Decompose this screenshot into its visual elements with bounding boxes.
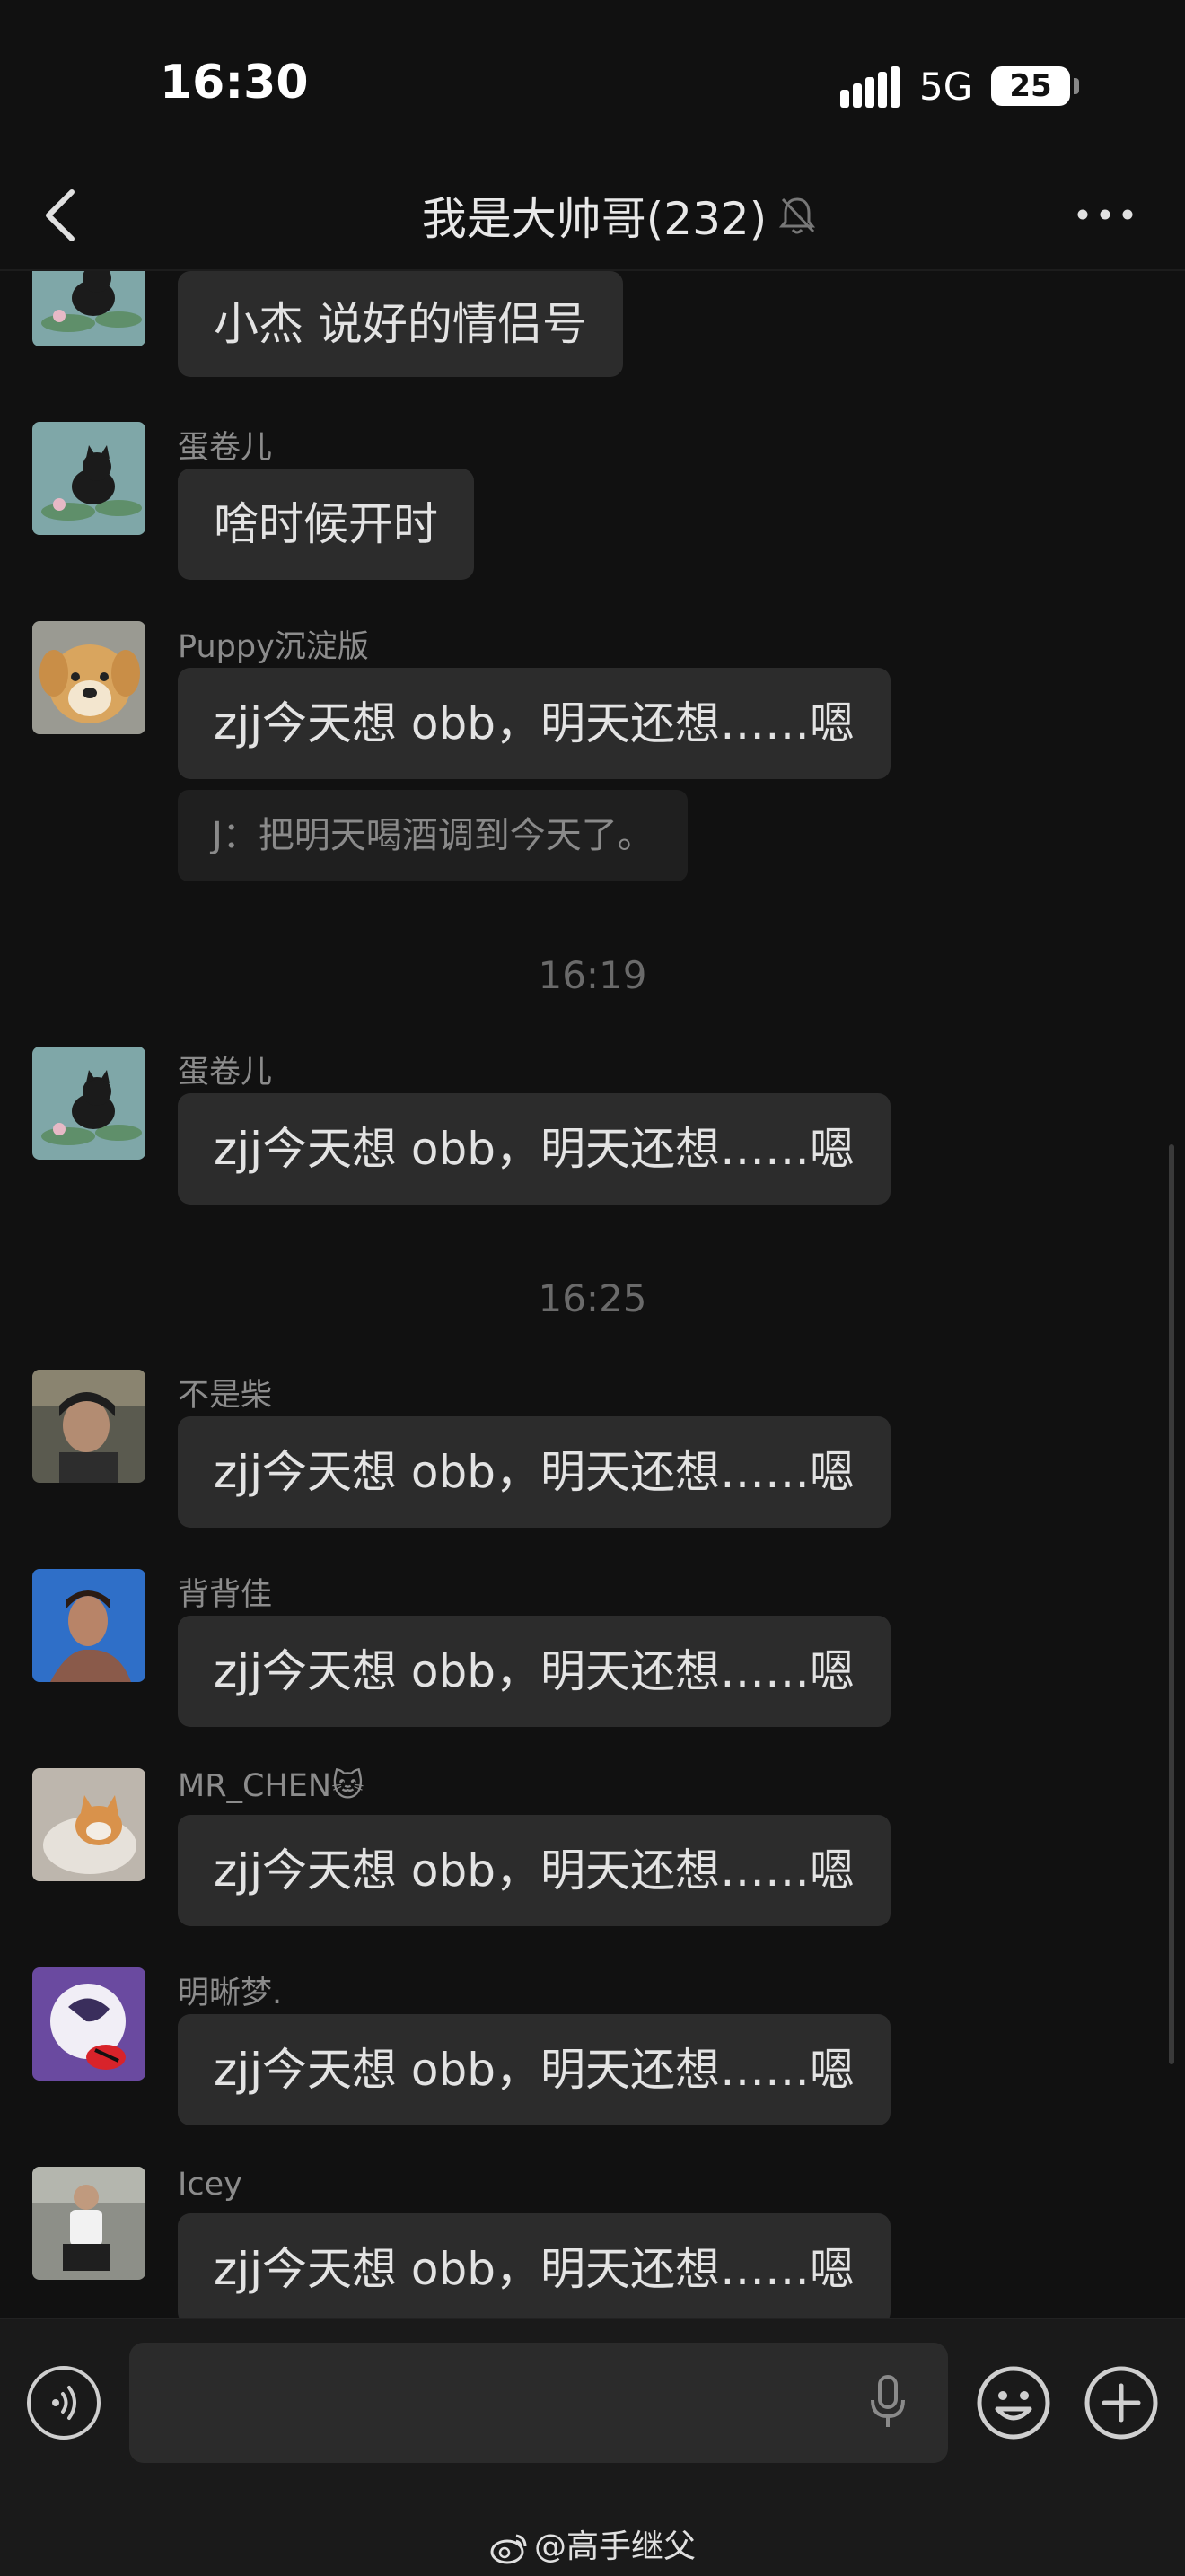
quoted-message[interactable]: J：把明天喝酒调到今天了。	[178, 790, 688, 881]
voice-waves-icon	[52, 2386, 76, 2420]
sender-name: 明晰梦.	[178, 1976, 283, 2011]
cat-avatar-image	[32, 271, 145, 346]
add-plus-icon[interactable]	[1083, 2364, 1160, 2441]
watermark-text: @高手继父	[533, 2528, 696, 2565]
chat-title-group: 我是大帅哥(232)	[395, 162, 844, 269]
message-bubble[interactable]: zjj今天想 obb，明天还想……嗯	[178, 1815, 891, 1926]
muted-bell-icon	[779, 197, 816, 234]
battery-icon: 25	[991, 66, 1070, 106]
person-avatar-image	[32, 1569, 145, 1682]
sender-name: Icey	[178, 2167, 242, 2203]
input-bar: @高手继父	[0, 2318, 1185, 2576]
sender-avatar[interactable]	[32, 1967, 145, 2081]
cartoon-avatar-image	[32, 1967, 145, 2081]
sender-avatar[interactable]	[32, 422, 145, 535]
scrollbar[interactable]	[1169, 1144, 1174, 2064]
voice-input-button[interactable]	[27, 2366, 101, 2440]
message-bubble[interactable]: 小杰 说好的情侣号	[178, 271, 623, 377]
message-bubble[interactable]: zjj今天想 obb，明天还想……嗯	[178, 668, 891, 779]
network-type: 5G	[919, 65, 973, 109]
sender-avatar[interactable]	[32, 1569, 145, 1682]
sender-name: 蛋卷儿	[178, 1055, 273, 1091]
emoji-icon[interactable]	[975, 2364, 1052, 2441]
person-avatar-image	[32, 1370, 145, 1483]
sender-avatar[interactable]	[32, 621, 145, 734]
back-arrow-icon[interactable]	[36, 181, 90, 250]
cellular-signal-icon	[840, 66, 900, 108]
kitten-avatar-image	[32, 1768, 145, 1881]
person-avatar-image	[32, 2167, 145, 2280]
sender-name: 背背佳	[178, 1577, 273, 1613]
message-bubble[interactable]: zjj今天想 obb，明天还想……嗯	[178, 1616, 891, 1727]
sender-avatar[interactable]	[32, 271, 145, 346]
sender-name: 蛋卷儿	[178, 430, 273, 466]
message-bubble[interactable]: zjj今天想 obb，明天还想……嗯	[178, 1093, 891, 1205]
puppy-avatar-image	[32, 621, 145, 734]
message-bubble[interactable]: zjj今天想 obb，明天还想……嗯	[178, 1416, 891, 1528]
sender-avatar[interactable]	[32, 1047, 145, 1160]
watermark: @高手继父	[0, 2520, 1185, 2567]
time-divider: 16:25	[538, 1276, 647, 1320]
sender-avatar[interactable]	[32, 1768, 145, 1881]
message-list[interactable]: 小杰 说好的情侣号 蛋卷儿 啥时候开时 Puppy沉淀版 zjj今天想 obb，…	[0, 271, 1185, 2318]
sender-name: MR_CHEN🐱	[178, 1768, 364, 1804]
message-bubble[interactable]: zjj今天想 obb，明天还想……嗯	[178, 2213, 891, 2318]
chat-header: 我是大帅哥(232)	[0, 162, 1185, 271]
sender-name: 不是柴	[178, 1378, 273, 1414]
microphone-icon[interactable]	[865, 2373, 910, 2432]
chat-title: 我是大帅哥(232)	[421, 193, 768, 245]
message-bubble[interactable]: zjj今天想 obb，明天还想……嗯	[178, 2014, 891, 2125]
status-time: 16:30	[160, 56, 309, 110]
sender-avatar[interactable]	[32, 1370, 145, 1483]
sender-avatar[interactable]	[32, 2167, 145, 2280]
battery-tip	[1074, 78, 1079, 94]
battery-level: 25	[1009, 68, 1052, 104]
status-bar: 16:30 5G 25	[0, 0, 1185, 162]
cat-avatar-image	[32, 1047, 145, 1160]
message-bubble[interactable]: 啥时候开时	[178, 469, 474, 580]
message-input[interactable]	[129, 2343, 948, 2463]
weibo-logo-icon	[490, 2534, 527, 2564]
cat-avatar-image	[32, 422, 145, 535]
time-divider: 16:19	[538, 953, 647, 997]
more-options-icon[interactable]	[1074, 201, 1137, 228]
sender-name: Puppy沉淀版	[178, 629, 369, 665]
